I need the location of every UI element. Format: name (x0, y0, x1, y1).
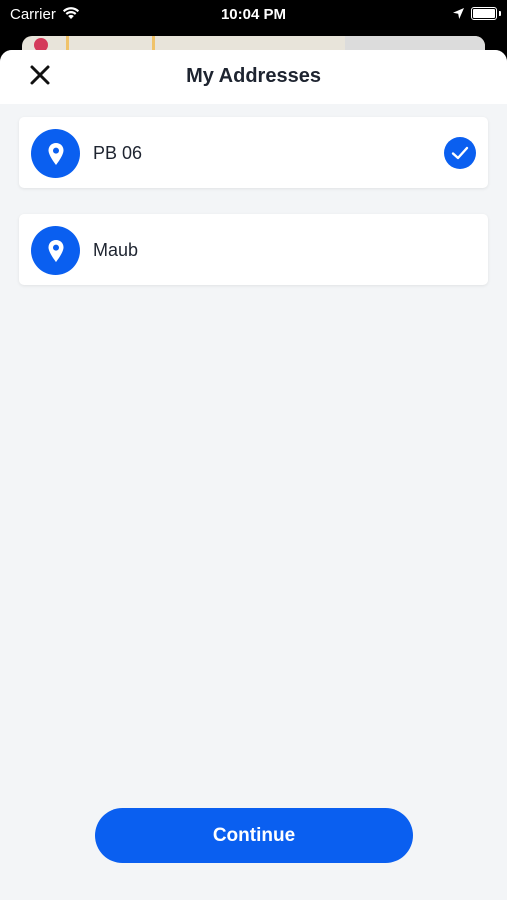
addresses-sheet: My Addresses PB 06 Maub Continue (0, 50, 507, 900)
map-pin-icon (31, 129, 80, 178)
status-time: 10:04 PM (220, 6, 287, 23)
continue-button[interactable]: Continue (95, 808, 413, 863)
battery-icon (471, 7, 497, 20)
address-label: PB 06 (93, 143, 143, 163)
address-item-pb-06[interactable]: PB 06 (19, 117, 488, 188)
battery-tip (499, 11, 501, 16)
address-label: Maub (93, 240, 139, 260)
location-arrow-icon (452, 7, 465, 25)
address-item-maub[interactable]: Maub (19, 214, 488, 285)
sheet-header: My Addresses (0, 50, 507, 104)
map-pin-icon (31, 226, 80, 275)
checkmark-icon (444, 137, 476, 169)
status-bar: Carrier 10:04 PM (0, 0, 507, 30)
page-title: My Addresses (186, 65, 321, 87)
